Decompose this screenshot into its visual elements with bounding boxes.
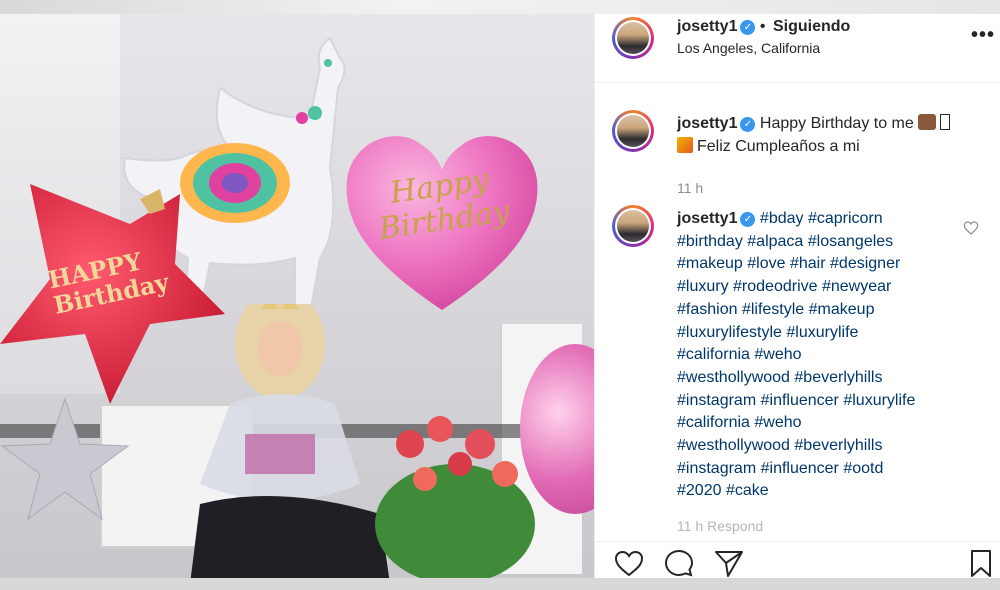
heart-balloon: Happy Birthday — [342, 120, 542, 320]
hashtag-link[interactable]: #influencer — [761, 460, 839, 477]
rose-bouquet — [375, 416, 535, 578]
hashtag-link[interactable]: #luxurylifestyle — [677, 324, 782, 341]
top-strip — [0, 0, 1000, 14]
party-popper-icon — [677, 136, 693, 153]
missing-glyph-icon — [939, 114, 950, 130]
hashtag-link[interactable]: #california — [677, 414, 750, 431]
hashtag-link[interactable]: #luxurylife — [786, 324, 858, 341]
comment-avatar[interactable] — [612, 205, 654, 247]
more-options-icon[interactable]: ••• — [971, 24, 995, 47]
hashtag-link[interactable]: #hair — [790, 255, 826, 272]
hashtag-link[interactable]: #rodeodrive — [733, 278, 818, 295]
paper-plane-icon[interactable] — [713, 548, 745, 578]
verified-badge-icon: ✓ — [740, 117, 756, 132]
location-link[interactable]: Los Angeles, California — [677, 40, 820, 56]
hashtag-link[interactable]: #weho — [754, 414, 801, 431]
hashtag-link[interactable]: #luxurylife — [843, 392, 915, 409]
heart-icon[interactable] — [613, 548, 645, 578]
cake-emoji-icon — [917, 114, 936, 130]
verified-badge-icon: ✓ — [740, 212, 756, 227]
caption-line2: Feliz Cumpleaños a mi — [697, 137, 860, 155]
hashtag-link[interactable]: #instagram — [677, 392, 756, 409]
hashtag-link[interactable]: #beverlyhills — [794, 437, 882, 454]
caption-timestamp[interactable]: 11 h — [677, 180, 703, 196]
hashtag-link[interactable]: #makeup — [809, 301, 875, 318]
hashtag-link[interactable]: #fashion — [677, 301, 738, 318]
caption-text: josetty1 ✓ Happy Birthday to me Feliz Cum… — [677, 113, 977, 158]
hashtag-link[interactable]: #birthday — [677, 233, 743, 250]
caption-line1: Happy Birthday to me — [759, 115, 914, 132]
caption-username[interactable]: josetty1 — [677, 115, 737, 132]
comment-username[interactable]: josetty1 — [677, 210, 737, 227]
hashtag-link[interactable]: #losangeles — [808, 233, 893, 250]
hashtag-link[interactable]: #love — [747, 255, 785, 272]
following-button[interactable]: Siguiendo — [773, 18, 850, 35]
hashtag-link[interactable]: #california — [677, 346, 750, 363]
avatar[interactable] — [612, 17, 654, 59]
post-header: josetty1 ✓ • Siguiendo Los Angeles, Calif… — [595, 14, 1000, 83]
post-details-panel: josetty1 ✓ • Siguiendo Los Angeles, Calif… — [594, 14, 1000, 579]
bottom-strip — [0, 578, 1000, 590]
hashtag-link[interactable]: #cake — [726, 482, 769, 499]
hashtag-link[interactable]: #beverlyhills — [794, 369, 882, 386]
hashtag-link[interactable]: #weho — [754, 346, 801, 363]
username-link[interactable]: josetty1 — [677, 18, 737, 35]
hashtag-link[interactable]: #westhollywood — [677, 437, 790, 454]
hashtag-link[interactable]: #capricorn — [808, 210, 883, 227]
caption-avatar[interactable] — [612, 110, 654, 152]
hashtag-link[interactable]: #lifestyle — [742, 301, 804, 318]
hashtag-comment: josetty1 ✓ #bday #capricorn #birthday #alp… — [677, 208, 977, 503]
action-bar — [595, 541, 1000, 579]
post-photo[interactable]: Happy Birthday HAPPY Birthday — [0, 14, 594, 578]
header-user-line: josetty1 ✓ • Siguiendo — [677, 18, 850, 36]
hashtag-link[interactable]: #ootd — [843, 460, 883, 477]
comment-meta-partial: 11 h Respond — [677, 518, 764, 534]
hashtag-link[interactable]: #bday — [760, 210, 804, 227]
hashtag-link[interactable]: #makeup — [677, 255, 743, 272]
hashtag-link[interactable]: #influencer — [761, 392, 839, 409]
comment-like-heart-icon[interactable] — [963, 220, 979, 236]
verified-badge-icon: ✓ — [740, 20, 756, 35]
hashtag-link[interactable]: #westhollywood — [677, 369, 790, 386]
hashtag-link[interactable]: #newyear — [822, 278, 891, 295]
separator-dot: • — [759, 18, 766, 35]
hashtag-link[interactable]: #designer — [830, 255, 900, 272]
comment-icon[interactable] — [663, 548, 695, 578]
hashtag-link[interactable]: #luxury — [677, 278, 729, 295]
hashtag-link[interactable]: #instagram — [677, 460, 756, 477]
bookmark-icon[interactable] — [965, 548, 997, 578]
silver-star-balloon — [0, 397, 130, 521]
hashtag-link[interactable]: #2020 — [677, 482, 722, 499]
hashtag-link[interactable]: #alpaca — [747, 233, 803, 250]
